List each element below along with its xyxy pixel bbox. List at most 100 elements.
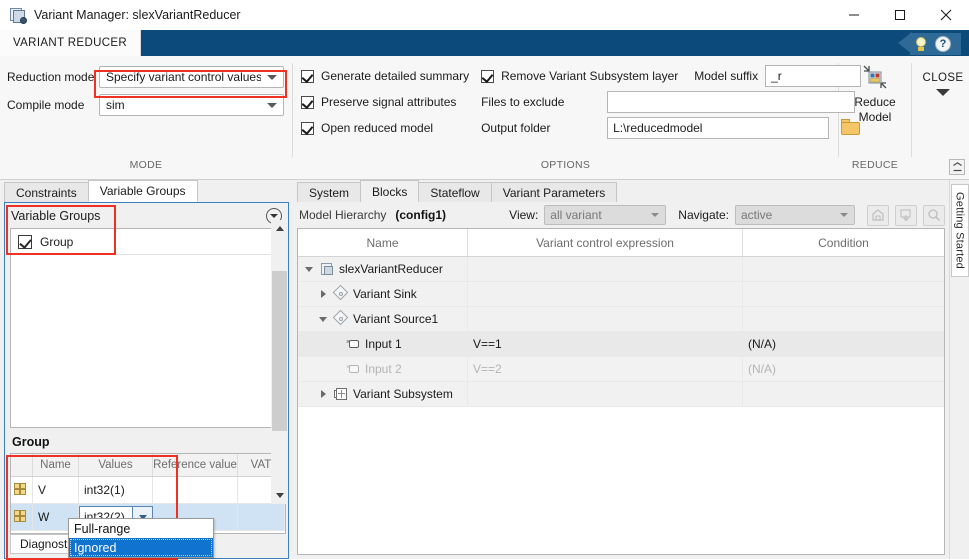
checkbox-preserve-signal-attributes-label: Preserve signal attributes [321, 95, 456, 109]
tree-col-expression[interactable]: Variant control expression [468, 229, 743, 256]
getting-started-tab[interactable]: Getting Started [951, 184, 969, 277]
row-vat[interactable] [238, 504, 285, 530]
chevron-down-icon [936, 96, 950, 110]
twisty-expanded-icon[interactable] [316, 317, 330, 322]
scroll-up-icon[interactable] [276, 220, 284, 237]
variant-sink-icon [334, 287, 349, 302]
tree-col-name[interactable]: Name [298, 229, 468, 256]
tab-variant-parameters[interactable]: Variant Parameters [491, 182, 618, 202]
hierarchy-toolbar: Model Hierarchy (config1) View: all vari… [293, 202, 949, 228]
ribbon-group-options: Generate detailed summary Preserve signa… [293, 56, 838, 179]
dropdown-item-ignored[interactable]: Ignored [69, 538, 213, 557]
compile-mode-combo[interactable]: sim [99, 94, 284, 116]
tab-variable-groups[interactable]: Variable Groups [88, 180, 198, 202]
navigate-combo[interactable]: active [735, 205, 855, 225]
tree-row-expression [468, 307, 743, 331]
close-button[interactable]: CLOSE [920, 56, 966, 159]
tree-row-name: Input 1 [365, 337, 402, 351]
checkbox-generate-detailed-summary[interactable]: Generate detailed summary [301, 63, 469, 89]
checkbox-open-reduced-model[interactable]: Open reduced model [301, 115, 469, 141]
variable-groups-list-area: Group [10, 228, 286, 428]
chevron-down-icon [261, 103, 283, 108]
tree-empty-area [298, 407, 944, 554]
variable-groups-panel: Variable Groups Group Group [4, 202, 289, 559]
table-row[interactable]: slexVariantReducer [298, 257, 944, 282]
checkbox-preserve-signal-attributes[interactable]: Preserve signal attributes [301, 89, 469, 115]
tab-system[interactable]: System [297, 182, 361, 202]
reduce-model-label-line2: Model [854, 110, 895, 125]
twisty-collapsed-icon[interactable] [316, 290, 330, 298]
search-icon[interactable] [923, 205, 945, 226]
checkbox-icon[interactable] [18, 235, 32, 249]
tab-constraints[interactable]: Constraints [4, 182, 89, 202]
dropdown-item-full-range-label: Full-range [74, 522, 130, 536]
tree-header: Name Variant control expression Conditio… [298, 229, 944, 257]
go-into-icon[interactable] [895, 205, 917, 226]
options-row-3: Output folder L:\reducedmodel [481, 115, 861, 141]
close-icon[interactable] [923, 0, 969, 30]
reduce-model-icon [858, 63, 892, 95]
dropdown-item-full-range[interactable]: Full-range [69, 519, 213, 538]
row-values[interactable]: int32(1) [79, 477, 153, 503]
navigate-label: Navigate: [678, 208, 729, 222]
compile-mode-value: sim [106, 98, 261, 112]
scroll-down-icon[interactable] [276, 487, 284, 504]
variable-group-name: Group [40, 235, 73, 249]
options-row-2: Files to exclude [481, 89, 861, 115]
tree-col-condition[interactable]: Condition [743, 229, 944, 256]
files-to-exclude-field[interactable] [607, 91, 855, 113]
model-suffix-label: Model suffix [694, 69, 758, 83]
table-row[interactable]: V int32(1) [11, 477, 285, 504]
table-row[interactable]: Variant Subsystem [298, 382, 944, 407]
tab-system-label: System [309, 186, 349, 200]
collapse-ribbon-icon[interactable] [949, 159, 965, 175]
right-panel: System Blocks Stateflow Variant Paramete… [293, 180, 949, 559]
group-grid-header: Name Values Reference value VAT [11, 454, 285, 477]
left-panel-scrollbar[interactable] [271, 220, 288, 504]
ribbon-help-area: ? [910, 30, 969, 56]
output-folder-field[interactable]: L:\reducedmodel [607, 117, 829, 139]
values-dropdown-menu[interactable]: Full-range Ignored [68, 518, 214, 558]
right-panel-tabs: System Blocks Stateflow Variant Paramete… [293, 180, 949, 202]
view-combo[interactable]: all variant [544, 205, 666, 225]
dropdown-item-ignored-label: Ignored [74, 541, 116, 555]
table-row[interactable]: × Input 1 V==1 (N/A) [298, 332, 944, 357]
checkbox-icon [301, 70, 314, 83]
window-controls [831, 0, 969, 30]
twisty-expanded-icon[interactable] [302, 267, 316, 272]
tab-stateflow[interactable]: Stateflow [418, 182, 491, 202]
left-panel: Constraints Variable Groups Variable Gro… [0, 180, 293, 559]
tree-row-condition [743, 282, 944, 306]
question-mark-icon[interactable]: ? [935, 36, 951, 52]
tab-variant-reducer[interactable]: VARIANT REDUCER [0, 30, 141, 56]
minimize-icon[interactable] [831, 0, 877, 30]
tree-row-condition [743, 382, 944, 406]
tree-row-condition [743, 257, 944, 281]
table-row[interactable]: × Input 2 V==2 (N/A) [298, 357, 944, 382]
tree-row-name: Variant Source1 [353, 312, 438, 326]
maximize-icon[interactable] [877, 0, 923, 30]
compile-mode-label: Compile mode [7, 98, 99, 112]
go-up-icon[interactable] [867, 205, 889, 226]
grid-col-values[interactable]: Values [79, 454, 153, 476]
table-row[interactable]: Variant Sink [298, 282, 944, 307]
checkbox-icon[interactable] [481, 70, 494, 83]
navigate-value: active [741, 208, 834, 222]
grid-col-icon [11, 454, 33, 476]
table-row[interactable]: Variant Source1 [298, 307, 944, 332]
options-row-1: Remove Variant Subsystem layer Model suf… [481, 63, 861, 89]
list-item[interactable]: Group [11, 229, 285, 255]
variable-groups-list[interactable]: Group [10, 228, 286, 428]
twisty-collapsed-icon[interactable] [316, 390, 330, 398]
scrollbar-track[interactable] [271, 237, 288, 487]
grid-col-name[interactable]: Name [33, 454, 79, 476]
scrollbar-thumb[interactable] [272, 271, 287, 431]
reduce-model-button[interactable]: Reduce Model [847, 61, 903, 159]
grid-col-reference-value[interactable]: Reference value [153, 454, 238, 476]
ribbon-group-options-label: OPTIONS [293, 159, 838, 179]
tab-blocks[interactable]: Blocks [360, 180, 419, 202]
row-reference-value[interactable] [153, 477, 238, 503]
reduction-mode-combo[interactable]: Specify variant control values [99, 66, 284, 88]
compile-mode-row: Compile mode sim [7, 91, 284, 119]
lightbulb-icon[interactable] [914, 37, 928, 52]
